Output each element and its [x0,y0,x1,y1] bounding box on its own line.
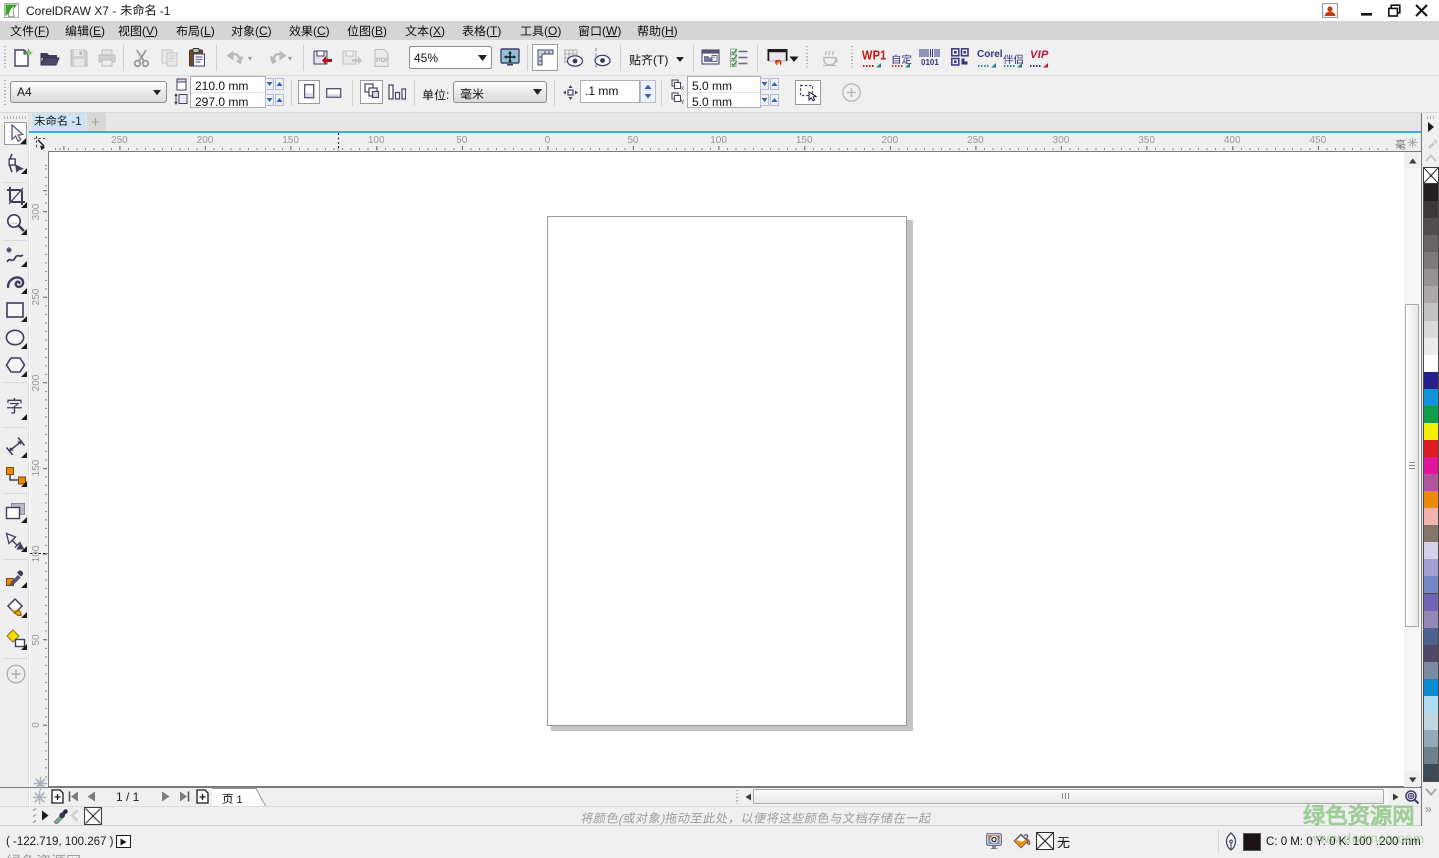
svg-text:y: y [681,99,684,104]
svg-text:x: x [681,86,684,91]
svg-text:0101: 0101 [921,58,939,67]
svg-text:PDF: PDF [376,57,389,64]
